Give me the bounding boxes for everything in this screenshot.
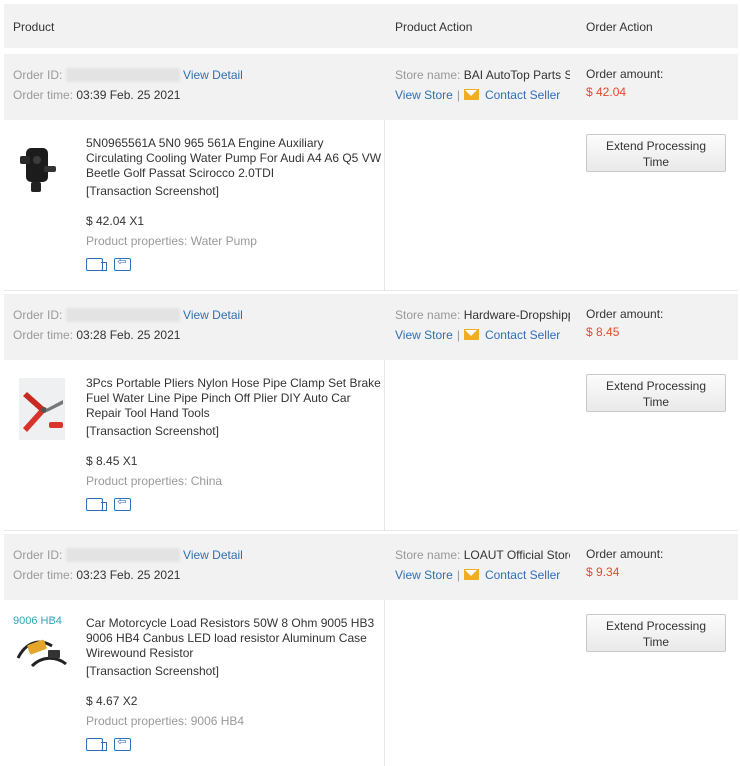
column-divider: [384, 600, 385, 766]
contact-seller-link[interactable]: Contact Seller: [485, 88, 560, 102]
mail-icon[interactable]: [463, 569, 479, 580]
product-title-link[interactable]: 3Pcs Portable Pliers Nylon Hose Pipe Cla…: [86, 376, 382, 421]
thumb-label: 9006 HB4: [13, 615, 62, 627]
order-time-label: Order time:: [13, 328, 74, 342]
column-divider: [384, 360, 385, 530]
column-divider: [384, 120, 385, 290]
product-properties-value: Water Pump: [190, 234, 257, 248]
orders-table-header: Product Product Action Order Action: [4, 4, 738, 48]
product-properties-label: Product properties:: [86, 234, 188, 248]
shipping-truck-icon[interactable]: [86, 258, 107, 271]
order-id-label: Order ID:: [13, 548, 63, 562]
return-icon[interactable]: [114, 495, 132, 511]
transaction-screenshot-link[interactable]: [Transaction Screenshot]: [86, 664, 219, 678]
price-quantity: $ 8.45 X1: [86, 454, 138, 468]
view-detail-link[interactable]: View Detail: [183, 68, 243, 82]
orders-page: Product Product Action Order Action Orde…: [0, 0, 740, 766]
store-name-label: Store name:: [395, 548, 461, 562]
button-label-line2: Time: [642, 635, 670, 649]
button-label-line2: Time: [642, 395, 670, 409]
order-time-label: Order time:: [13, 88, 74, 102]
product-properties-value: 9006 HB4: [190, 714, 245, 728]
column-header-product: Product: [13, 20, 55, 34]
order-id-redacted: [65, 548, 180, 562]
order-time-value: 03:39 Feb. 25 2021: [76, 88, 181, 102]
order-header: Order ID: View Detail Order time: 03:39 …: [4, 54, 738, 120]
view-detail-link[interactable]: View Detail: [183, 548, 243, 562]
price-quantity: $ 4.67 X2: [86, 694, 138, 708]
order-id-redacted: [65, 308, 180, 322]
order-body: 5N0965561A 5N0 965 561A Engine Auxiliary…: [4, 120, 738, 291]
order-body: 3Pcs Portable Pliers Nylon Hose Pipe Cla…: [4, 360, 738, 531]
product-title-link[interactable]: Car Motorcycle Load Resistors 50W 8 Ohm …: [86, 616, 382, 661]
button-label-line2: Time: [642, 155, 670, 169]
order-amount-value: $ 9.34: [586, 565, 620, 579]
separator: |: [456, 568, 460, 582]
order-id-label: Order ID:: [13, 68, 63, 82]
order-id-redacted: [65, 68, 180, 82]
transaction-screenshot-link[interactable]: [Transaction Screenshot]: [86, 424, 219, 438]
column-header-product-action: Product Action: [395, 20, 473, 34]
button-label-line1: Extend Processing: [605, 379, 707, 393]
extend-processing-time-button[interactable]: Extend Processing Time: [586, 134, 726, 172]
order-amount-label: Order amount:: [586, 67, 664, 81]
return-icon[interactable]: [114, 735, 132, 751]
pliers-product-image[interactable]: [12, 378, 72, 440]
separator: |: [456, 88, 460, 102]
extend-processing-time-button[interactable]: Extend Processing Time: [586, 374, 726, 412]
store-name-value: LOAUT Official Store: [463, 548, 570, 562]
order-time-value: 03:23 Feb. 25 2021: [76, 568, 181, 582]
view-detail-link[interactable]: View Detail: [183, 308, 243, 322]
column-header-order-action: Order Action: [586, 20, 653, 34]
product-properties-label: Product properties:: [86, 714, 188, 728]
product-properties-value: China: [190, 474, 223, 488]
mail-icon[interactable]: [463, 89, 479, 100]
separator: |: [456, 328, 460, 342]
store-name-label: Store name:: [395, 68, 461, 82]
product-title-link[interactable]: 5N0965561A 5N0 965 561A Engine Auxiliary…: [86, 136, 382, 181]
mail-icon[interactable]: [463, 329, 479, 340]
order-time-value: 03:28 Feb. 25 2021: [76, 328, 181, 342]
button-label-line1: Extend Processing: [605, 619, 707, 633]
order-time-label: Order time:: [13, 568, 74, 582]
price-quantity: $ 42.04 X1: [86, 214, 145, 228]
view-store-link[interactable]: View Store: [395, 568, 453, 582]
view-store-link[interactable]: View Store: [395, 88, 453, 102]
shipping-truck-icon[interactable]: [86, 498, 107, 511]
order-header: Order ID: View Detail Order time: 03:23 …: [4, 534, 738, 600]
store-name-value: Hardware-Dropshipp: [463, 308, 570, 322]
order-header: Order ID: View Detail Order time: 03:28 …: [4, 294, 738, 360]
contact-seller-link[interactable]: Contact Seller: [485, 568, 560, 582]
order-amount-label: Order amount:: [586, 547, 664, 561]
extend-processing-time-button[interactable]: Extend Processing Time: [586, 614, 726, 652]
button-label-line1: Extend Processing: [605, 139, 707, 153]
order-amount-value: $ 8.45: [586, 325, 620, 339]
order-amount-label: Order amount:: [586, 307, 664, 321]
transaction-screenshot-link[interactable]: [Transaction Screenshot]: [86, 184, 219, 198]
store-name-label: Store name:: [395, 308, 461, 322]
shipping-truck-icon[interactable]: [86, 738, 107, 751]
store-name-value: BAI AutoTop Parts S: [463, 68, 570, 82]
contact-seller-link[interactable]: Contact Seller: [485, 328, 560, 342]
order-body: 9006 HB4 Car Motorcycle Load Resistors 5…: [4, 600, 738, 766]
return-icon[interactable]: [114, 255, 132, 271]
order-id-label: Order ID:: [13, 308, 63, 322]
order-amount-value: $ 42.04: [586, 85, 627, 99]
view-store-link[interactable]: View Store: [395, 328, 453, 342]
product-properties-label: Product properties:: [86, 474, 188, 488]
water-pump-product-image[interactable]: [14, 138, 60, 200]
resistor-product-image[interactable]: 9006 HB4: [12, 612, 72, 674]
